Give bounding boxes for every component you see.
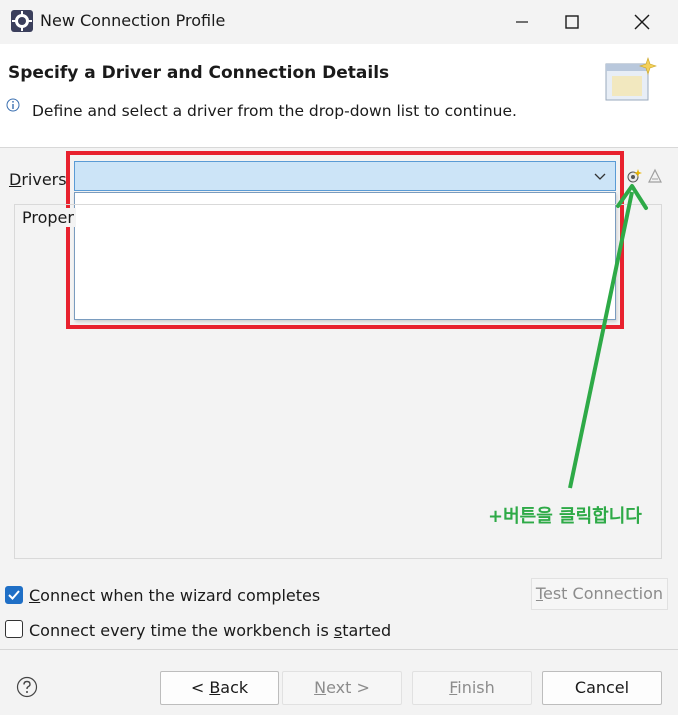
finish-button[interactable]: Finish [412, 671, 532, 705]
eclipse-gear-icon [11, 10, 33, 32]
window-title: New Connection Profile [40, 11, 226, 30]
footer-separator [0, 649, 678, 650]
close-icon [634, 14, 650, 30]
maximize-icon [565, 15, 579, 29]
minimize-button[interactable] [497, 0, 547, 44]
wizard-header [0, 44, 678, 148]
maximize-button[interactable] [547, 0, 597, 44]
annotation-text: +버튼을 클릭합니다 [488, 506, 642, 527]
close-button[interactable] [617, 0, 667, 44]
help-icon[interactable] [16, 676, 38, 698]
wizard-banner-graphic [605, 57, 657, 101]
connect-on-start-label[interactable]: Connect every time the workbench is star… [29, 621, 391, 640]
drivers-label: Drivers [9, 170, 67, 189]
page-title: Specify a Driver and Connection Details [8, 63, 390, 83]
back-button[interactable]: < Back [160, 671, 279, 705]
page-description: Define and select a driver from the drop… [32, 102, 517, 120]
connect-on-start-checkbox[interactable] [5, 620, 23, 638]
minimize-icon [516, 21, 528, 23]
info-icon [6, 98, 20, 112]
next-button[interactable]: Next > [282, 671, 402, 705]
connect-on-complete-label[interactable]: Connect when the wizard completes [29, 586, 320, 605]
checkmark-icon [8, 590, 20, 600]
annotation-arrow [568, 184, 648, 489]
cancel-button[interactable]: Cancel [542, 671, 662, 705]
connect-on-complete-checkbox[interactable] [5, 586, 23, 604]
test-connection-button[interactable]: Test Connection [531, 578, 668, 610]
properties-group-label: Proper [22, 208, 76, 227]
